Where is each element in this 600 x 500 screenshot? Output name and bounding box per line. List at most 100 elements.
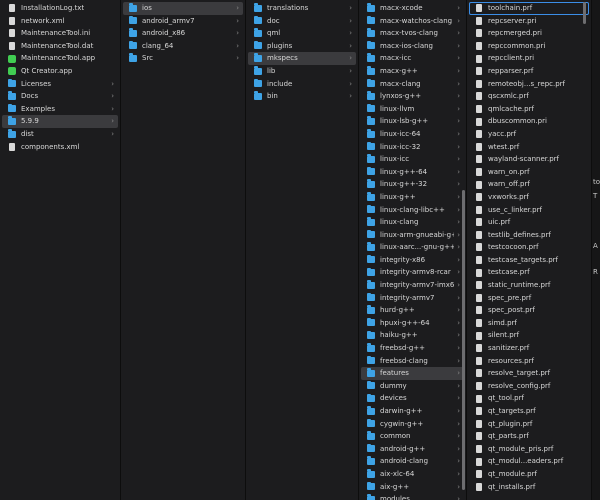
folder-item[interactable]: macx-clang › [361, 78, 464, 91]
folder-item[interactable]: macx-icc › [361, 52, 464, 65]
folder-item[interactable]: android_armv7 › [123, 15, 243, 28]
file-item[interactable]: wayland-scanner.prf [469, 153, 589, 166]
file-item[interactable]: qt_targets.prf [469, 405, 589, 418]
folder-item[interactable]: linux-icc-64 › [361, 128, 464, 141]
folder-item[interactable]: hurd-g++ › [361, 304, 464, 317]
folder-item[interactable]: modules › [361, 493, 464, 500]
column-mkspecs[interactable]: macx-xcode › macx-watchos-clang › macx-tvos-… [359, 0, 466, 500]
folder-item[interactable]: devices › [361, 392, 464, 405]
folder-item[interactable]: freebsd-clang › [361, 355, 464, 368]
folder-item[interactable]: include › [248, 78, 356, 91]
folder-item[interactable]: linux-aarc...-gnu-g++ › [361, 241, 464, 254]
folder-item[interactable]: dist › [2, 128, 118, 141]
file-item[interactable]: repparser.prf [469, 65, 589, 78]
folder-item[interactable]: darwin-g++ › [361, 405, 464, 418]
folder-item[interactable]: common › [361, 430, 464, 443]
folder-item[interactable]: integrity-armv8-rcar › [361, 266, 464, 279]
file-item[interactable]: qt_parts.prf [469, 430, 589, 443]
folder-item[interactable]: aix-g++ › [361, 481, 464, 494]
folder-item[interactable]: linux-icc-32 › [361, 141, 464, 154]
file-item[interactable]: sanitizer.prf [469, 342, 589, 355]
folder-item[interactable]: android-g++ › [361, 443, 464, 456]
folder-item[interactable]: aix-xlc-64 › [361, 468, 464, 481]
folder-item[interactable]: macx-xcode › [361, 2, 464, 15]
file-item[interactable]: testcase.prf [469, 266, 589, 279]
file-item[interactable]: qscxmlc.prf [469, 90, 589, 103]
file-item[interactable]: qt_module_pris.prf [469, 443, 589, 456]
file-item[interactable]: silent.prf [469, 329, 589, 342]
file-item[interactable]: qt_modul...eaders.prf [469, 455, 589, 468]
file-item[interactable]: warn_on.prf [469, 166, 589, 179]
file-item[interactable]: network.xml [2, 15, 118, 28]
folder-item[interactable]: linux-llvm › [361, 103, 464, 116]
column-version[interactable]: ios › android_armv7 › android_x86 › clang_64 › S… [121, 0, 245, 500]
folder-item[interactable]: linux-arm-gnueabi-g++› [361, 229, 464, 242]
folder-item[interactable]: linux-clang-libc++ › [361, 204, 464, 217]
file-item[interactable]: vxworks.prf [469, 191, 589, 204]
file-item[interactable]: MaintenanceTool.app [2, 52, 118, 65]
folder-item[interactable]: Src › [123, 52, 243, 65]
file-item[interactable]: wtest.prf [469, 141, 589, 154]
file-item[interactable]: repcmerged.pri [469, 27, 589, 40]
file-item[interactable]: testcocoon.prf [469, 241, 589, 254]
folder-item[interactable]: translations › [248, 2, 356, 15]
column-ios[interactable]: translations › doc › qml › plugins › mkspecs › lib… [246, 0, 358, 500]
file-item[interactable]: repcserver.pri [469, 15, 589, 28]
folder-item[interactable]: linux-icc › [361, 153, 464, 166]
folder-item[interactable]: haiku-g++ › [361, 329, 464, 342]
folder-item[interactable]: android-clang › [361, 455, 464, 468]
file-item[interactable]: qt_plugin.prf [469, 418, 589, 431]
folder-item[interactable]: macx-watchos-clang › [361, 15, 464, 28]
file-item[interactable]: simd.prf [469, 317, 589, 330]
file-item[interactable]: qt_tool.prf [469, 392, 589, 405]
file-item[interactable]: remoteobj...s_repc.prf [469, 78, 589, 91]
file-item[interactable]: dbuscommon.pri [469, 115, 589, 128]
file-item[interactable]: MaintenanceTool.dat [2, 40, 118, 53]
folder-item[interactable]: Docs › [2, 90, 118, 103]
file-item[interactable]: warn_off.prf [469, 178, 589, 191]
folder-item[interactable]: linux-g++-64 › [361, 166, 464, 179]
folder-item[interactable]: 5.9.9 › [2, 115, 118, 128]
file-item[interactable]: components.xml [2, 141, 118, 154]
file-item[interactable]: yacc.prf [469, 128, 589, 141]
folder-item[interactable]: freebsd-g++ › [361, 342, 464, 355]
file-item[interactable]: repcclient.pri [469, 52, 589, 65]
folder-item[interactable]: linux-g++-32 › [361, 178, 464, 191]
scrollbar[interactable] [462, 190, 465, 490]
folder-item[interactable]: lynxos-g++ › [361, 90, 464, 103]
folder-item[interactable]: ios › [123, 2, 243, 15]
folder-item[interactable]: Examples › [2, 103, 118, 116]
file-item[interactable]: uic.prf [469, 216, 589, 229]
folder-item[interactable]: mkspecs › [248, 52, 356, 65]
file-item[interactable]: repccommon.pri [469, 40, 589, 53]
folder-item[interactable]: integrity-armv7-imx6 › [361, 279, 464, 292]
folder-item[interactable]: integrity-armv7 › [361, 292, 464, 305]
folder-item[interactable]: qml › [248, 27, 356, 40]
file-item[interactable]: testcase_targets.prf [469, 254, 589, 267]
column-features[interactable]: toolchain.prf repcserver.pri repcmerged.pr… [467, 0, 591, 500]
file-item[interactable]: static_runtime.prf [469, 279, 589, 292]
folder-item[interactable]: macx-ios-clang › [361, 40, 464, 53]
column-install-root[interactable]: InstallationLog.txt network.xml Maintenanc… [0, 0, 120, 500]
folder-item[interactable]: linux-lsb-g++ › [361, 115, 464, 128]
folder-item[interactable]: doc › [248, 15, 356, 28]
folder-item[interactable]: dummy › [361, 380, 464, 393]
folder-item[interactable]: clang_64 › [123, 40, 243, 53]
folder-item[interactable]: android_x86 › [123, 27, 243, 40]
folder-item[interactable]: linux-g++ › [361, 191, 464, 204]
folder-item[interactable]: cygwin-g++ › [361, 418, 464, 431]
folder-item[interactable]: features › [361, 367, 464, 380]
file-item[interactable]: InstallationLog.txt [2, 2, 118, 15]
folder-item[interactable]: hpuxi-g++-64 › [361, 317, 464, 330]
file-item[interactable]: testlib_defines.prf [469, 229, 589, 242]
folder-item[interactable]: macx-tvos-clang › [361, 27, 464, 40]
folder-item[interactable]: bin › [248, 90, 356, 103]
folder-item[interactable]: macx-g++ › [361, 65, 464, 78]
file-item[interactable]: resolve_target.prf [469, 367, 589, 380]
file-item[interactable]: qmlcache.prf [469, 103, 589, 116]
file-item[interactable]: resources.prf [469, 355, 589, 368]
folder-item[interactable]: linux-clang › [361, 216, 464, 229]
file-item[interactable]: toolchain.prf [469, 2, 589, 15]
folder-item[interactable]: Licenses › [2, 78, 118, 91]
file-item[interactable]: qt_module.prf [469, 468, 589, 481]
